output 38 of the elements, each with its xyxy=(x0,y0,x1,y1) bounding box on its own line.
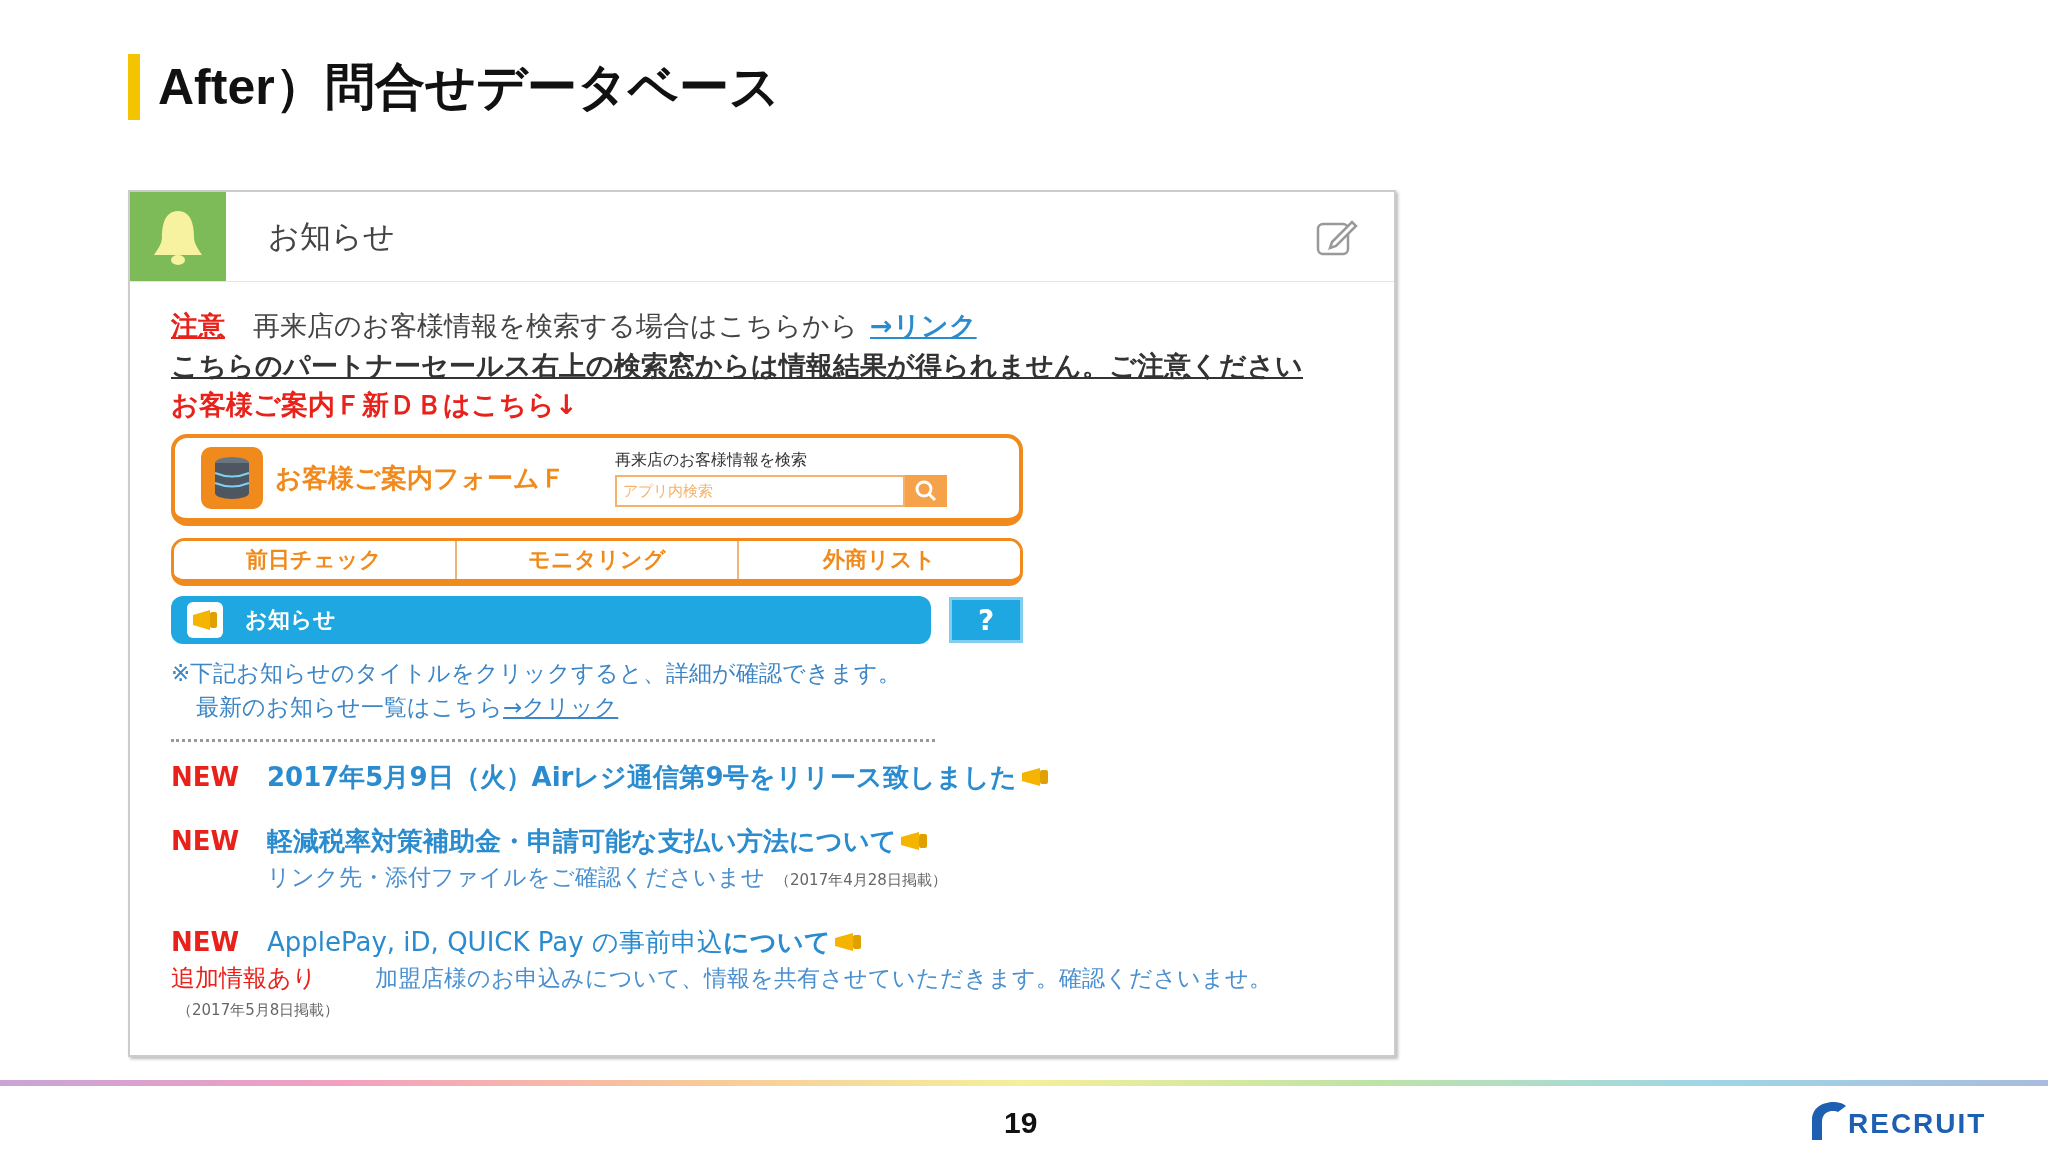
logo: RECRUIT xyxy=(1808,1100,1987,1140)
nav-tab[interactable]: 前日チェック xyxy=(174,541,457,579)
news-note: リンク先・添付ファイルをご確認くださいませ xyxy=(267,863,765,892)
news-title[interactable]: 軽減税率対策補助金・申請可能な支払い方法について xyxy=(267,823,897,859)
search-field[interactable]: アプリ内検索 xyxy=(615,474,905,507)
news-title[interactable]: 2017年5月9日（火）Airレジ通信第9号をリリース致しました xyxy=(267,759,1018,795)
warning-label: 注意 xyxy=(171,309,225,343)
hint-text: ※下記お知らせのタイトルをクリックすると、詳細が確認できます。 xyxy=(171,659,903,688)
link[interactable]: →クリック xyxy=(503,694,619,720)
panel-title: お知らせ xyxy=(268,216,396,256)
form-title: お客様ご案内フォームＦ xyxy=(275,461,567,495)
post-date: （2017年5月8日掲載） xyxy=(177,1000,341,1021)
post-date: （2017年4月28日掲載） xyxy=(775,870,947,891)
warning-text: こちらのパートナーセールス右上の検索窓からは情報結果が得られません。ご注意ください xyxy=(171,349,1304,383)
pointer-text: お客様ご案内Ｆ新ＤＢはこちら↓ xyxy=(171,388,579,422)
new-label: NEW xyxy=(171,927,241,957)
new-label: NEW xyxy=(171,762,241,792)
search-button[interactable] xyxy=(905,474,947,507)
accent-bar xyxy=(128,54,140,120)
megaphone-icon xyxy=(190,608,220,632)
megaphone-icon xyxy=(832,932,863,952)
hint-text: 最新のお知らせ一覧はこちら xyxy=(196,694,503,720)
form-banner[interactable]: お客様ご案内フォームＦ 再来店のお客様情報を検索 アプリ内検索 xyxy=(171,434,1023,526)
database-icon xyxy=(201,447,263,509)
news-note: 加盟店様のお申込みについて、情報を共有させていただきます。確認くださいませ。 xyxy=(375,964,1272,993)
page-number: 19 xyxy=(1004,1106,1038,1140)
megaphone-icon xyxy=(899,831,929,851)
notice-text: 再来店のお客様情報を検索する場合はこちらから xyxy=(253,309,858,343)
megaphone-icon xyxy=(1019,767,1050,787)
slide-title: After）問合せデータベース xyxy=(158,57,780,117)
news-title[interactable]: ApplePay, iD, QUICK Pay の事前申込について xyxy=(267,924,831,960)
link[interactable]: →リンク xyxy=(870,308,977,344)
help-button[interactable]: ? xyxy=(949,597,1023,643)
news-bar-title: お知らせ xyxy=(245,606,336,634)
search-label: 再来店のお客様情報を検索 xyxy=(615,449,808,471)
search-icon xyxy=(914,478,938,503)
info-tag: 追加情報あり xyxy=(171,961,375,995)
new-label: NEW xyxy=(171,826,241,856)
